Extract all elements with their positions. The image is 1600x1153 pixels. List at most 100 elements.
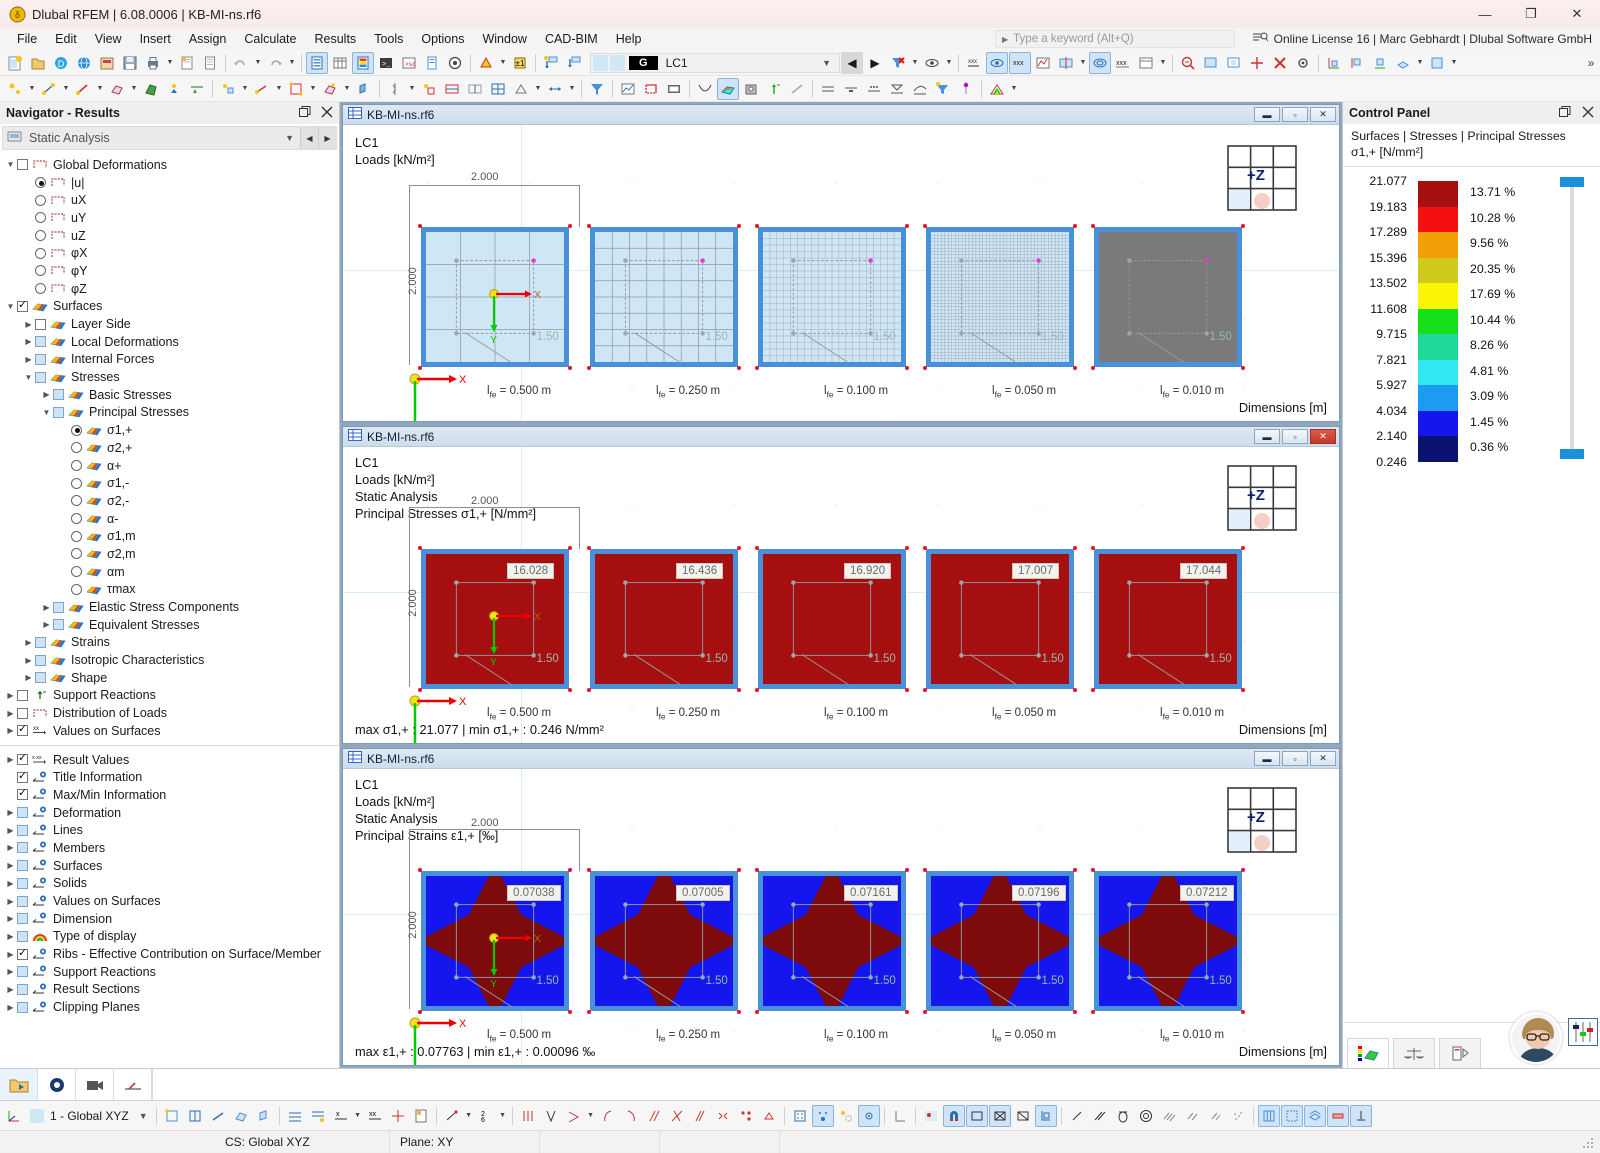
display-support-icon[interactable] [1350,1105,1372,1127]
new-surface-icon[interactable] [106,78,128,100]
chevron-down-icon[interactable]: ▼ [139,1111,148,1121]
chevron-right-icon[interactable]: ▶ [22,355,35,364]
menu-insert[interactable]: Insert [131,30,180,48]
chevron-right-icon[interactable]: ▶ [4,914,17,923]
results-numbers-icon[interactable]: xxx [1009,52,1031,74]
dimension-icon[interactable] [544,78,566,100]
script-icon[interactable]: >sc [398,52,420,74]
chevron-right-icon[interactable]: ▶ [4,932,17,941]
radio-sigma1m[interactable] [71,478,82,489]
snap-node-icon[interactable] [161,1105,183,1127]
tree-item-alphap[interactable]: α+ [0,457,339,475]
solid-load-icon[interactable] [353,78,375,100]
radio-sigma2mid[interactable] [71,548,82,559]
tree-item-principal-stresses[interactable]: ▼ Principal Stresses [0,404,339,422]
chevron-down-icon[interactable]: ▼ [285,133,300,143]
surface-plate[interactable] [758,227,906,367]
results-values-icon[interactable]: xxx [963,52,985,74]
tree-item-elastic-stress-components[interactable]: ▶ Elastic Stress Components [0,598,339,616]
checkbox-values-on-surfaces2[interactable] [17,896,28,907]
resize-grip-icon[interactable] [1582,1135,1596,1149]
solid-results-icon[interactable] [740,78,762,100]
viewport-loads-minimize[interactable]: ▬ [1254,107,1280,122]
checkbox-ribs-effective-contribution[interactable] [17,949,28,960]
chevron-right-icon[interactable]: ▶ [40,603,53,612]
tree-item-isotropic-characteristics[interactable]: ▶ Isotropic Characteristics [0,651,339,669]
diagram-view-icon[interactable] [617,78,639,100]
close-icon[interactable] [321,106,333,121]
legend-range-slider[interactable] [1570,187,1574,452]
nearest-icon[interactable] [758,1105,780,1127]
tree-item-stresses[interactable]: ▼ Stresses [0,368,339,386]
undo-dropdown-icon[interactable]: ▼ [253,52,263,74]
tree-item-alphamid[interactable]: αm [0,563,339,581]
perpendicular-icon[interactable] [643,1105,665,1127]
crossing-select-icon[interactable] [989,1105,1011,1127]
chevron-down-icon[interactable]: ▼ [822,58,839,68]
checkbox-result-sections[interactable] [17,984,28,995]
work-plane-icon[interactable] [835,1105,857,1127]
radio-u-abs[interactable] [35,177,46,188]
chevron-right-icon[interactable]: ▶ [4,879,17,888]
tree-item-phiy[interactable]: φY [0,262,339,280]
tree-item-surfaces2[interactable]: ▶ Surfaces [0,857,339,875]
plane-select-icon[interactable] [1035,1105,1057,1127]
dimension-dropdown-icon[interactable]: ▼ [567,78,577,100]
view-top-icon[interactable] [1346,52,1368,74]
checkbox-lines[interactable] [17,825,28,836]
tree-item-deformation[interactable]: ▶ Deformation [0,804,339,822]
model-tile-2[interactable]: 1.50 [590,227,738,367]
window-select-icon[interactable] [1012,1105,1034,1127]
radio-ux[interactable] [35,195,46,206]
color-scale-icon[interactable] [986,78,1008,100]
new-solid-icon[interactable] [140,78,162,100]
tree-item-lines[interactable]: ▶ Lines [0,821,339,839]
tree-item-maxmin-information[interactable]: Max/Min Information [0,786,339,804]
radio-sigma2m[interactable] [71,495,82,506]
scale-tab[interactable] [1393,1038,1435,1068]
circle-filter-icon[interactable] [1112,1105,1134,1127]
render-dropdown-icon[interactable]: ▼ [1449,52,1459,74]
chevron-right-icon[interactable]: ▶ [22,638,35,647]
chevron-right-icon[interactable]: ▶ [22,337,35,346]
prev-button[interactable]: ◀ [300,127,318,149]
surface-load-dropdown-icon[interactable]: ▼ [308,78,318,100]
checkbox-local-deformations[interactable] [35,336,46,347]
console-icon[interactable]: >_ [375,52,397,74]
tree-item-type-of-display[interactable]: ▶ Type of display [0,928,339,946]
zoom-window-icon[interactable] [1200,52,1222,74]
hatch-icon[interactable] [1158,1105,1180,1127]
design-ratio-icon[interactable] [817,78,839,100]
tangent-icon[interactable] [563,1105,585,1127]
support-node-icon[interactable] [163,78,185,100]
checkbox-clipping-planes[interactable] [17,1002,28,1013]
coordinate-system-selector[interactable]: 1 - Global XYZ ▼ [26,1105,152,1127]
design-ratio3-icon[interactable] [863,78,885,100]
viewport-loads-maximize[interactable]: ▫ [1282,107,1308,122]
license-list-icon[interactable] [1252,31,1268,47]
coordinate-display-icon[interactable] [889,1105,911,1127]
chevron-right-icon[interactable]: ▶ [4,985,17,994]
grid-snap-icon[interactable]: xx [364,1105,386,1127]
tree-item-uy[interactable]: uY [0,209,339,227]
viewport-strains-titlebar[interactable]: KB-MI-ns.rf6 ▬ ▫ ✕ [343,749,1339,769]
globe-icon[interactable] [73,52,95,74]
load-case-selector[interactable]: G LC1 ▼ [590,53,840,73]
support-reactions-results-icon[interactable] [763,78,785,100]
view-icon[interactable] [38,1069,76,1101]
menu-options[interactable]: Options [412,30,473,48]
viewport-stresses-canvas[interactable]: LC1 Loads [kN/m²] Static Analysis Princi… [343,447,1339,743]
add-on-icon[interactable] [932,78,954,100]
tree-item-values-on-surfaces2[interactable]: ▶ Values on Surfaces [0,892,339,910]
member-dropdown-icon[interactable]: ▼ [95,78,105,100]
hatch2-icon[interactable] [1181,1105,1203,1127]
chevron-right-icon[interactable]: ▶ [4,1003,17,1012]
display-border-icon[interactable] [1281,1105,1303,1127]
menu-edit[interactable]: Edit [46,30,86,48]
checkbox-global-deformations[interactable] [17,159,28,170]
viewport-strains-canvas[interactable]: LC1 Loads [kN/m²] Static Analysis Princi… [343,769,1339,1065]
viewport-stresses-titlebar[interactable]: KB-MI-ns.rf6 ▬ ▫ ✕ [343,427,1339,447]
display-grid-icon[interactable] [1258,1105,1280,1127]
magnet-icon[interactable] [943,1105,965,1127]
legend-slider-handle-top[interactable] [1560,177,1584,187]
